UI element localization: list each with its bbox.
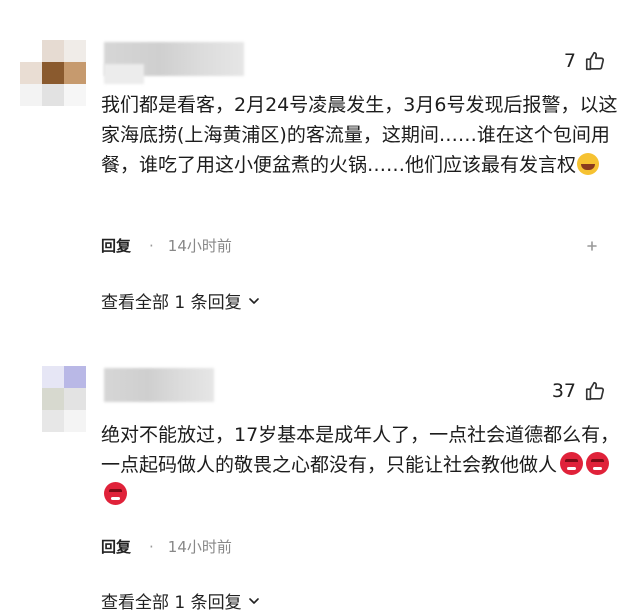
- comment-2: 37 绝对不能放过，17岁基本是成年人了，一点社会道德都么有，一点起码做人的敬畏…: [0, 330, 640, 613]
- comment-text: 我们都是看客，2月24号凌晨发生，3月6号发现后报警，以这家海底捞(上海黄浦区)…: [101, 90, 621, 180]
- separator-dot: ·: [149, 236, 154, 255]
- username-blurred[interactable]: [104, 368, 214, 402]
- view-all-replies-link[interactable]: 查看全部 1 条回复: [101, 288, 262, 313]
- separator-dot: ·: [149, 537, 154, 556]
- comment-meta: 回复 · 14小时前: [101, 235, 232, 256]
- like-control[interactable]: 7: [564, 50, 606, 72]
- timestamp: 14小时前: [167, 237, 232, 255]
- view-replies-label: 查看全部 1 条回复: [101, 293, 242, 313]
- comment-body: 绝对不能放过，17岁基本是成年人了，一点社会道德都么有，一点起码做人的敬畏之心都…: [101, 424, 620, 476]
- laughing-crying-emoji-icon: [577, 153, 600, 175]
- avatar[interactable]: [20, 366, 86, 432]
- avatar[interactable]: [20, 40, 86, 106]
- angry-face-emoji-icon: [586, 452, 610, 475]
- angry-face-emoji-icon: [560, 452, 584, 475]
- angry-face-emoji-icon: [104, 482, 127, 505]
- like-count: 37: [551, 380, 576, 402]
- reply-button[interactable]: 回复: [101, 536, 131, 557]
- comment-text: 绝对不能放过，17岁基本是成年人了，一点社会道德都么有，一点起码做人的敬畏之心都…: [101, 420, 621, 510]
- chevron-down-icon: [246, 593, 262, 609]
- more-options-icon[interactable]: [584, 238, 600, 258]
- comment-1: 7 我们都是看客，2月24号凌晨发生，3月6号发现后报警，以这家海底捞(上海黄浦…: [0, 0, 640, 330]
- thumbs-up-icon[interactable]: [584, 380, 606, 402]
- timestamp: 14小时前: [167, 538, 232, 556]
- comment-meta: 回复 · 14小时前: [101, 536, 232, 557]
- thumbs-up-icon[interactable]: [584, 50, 606, 72]
- chevron-down-icon: [246, 293, 262, 309]
- reply-button[interactable]: 回复: [101, 235, 131, 256]
- view-all-replies-link[interactable]: 查看全部 1 条回复: [101, 588, 262, 613]
- view-replies-label: 查看全部 1 条回复: [101, 593, 242, 613]
- username-blurred-extra: [104, 64, 144, 84]
- like-control[interactable]: 37: [552, 380, 606, 402]
- like-count: 7: [563, 50, 576, 72]
- comment-body: 我们都是看客，2月24号凌晨发生，3月6号发现后报警，以这家海底捞(上海黄浦区)…: [101, 94, 618, 176]
